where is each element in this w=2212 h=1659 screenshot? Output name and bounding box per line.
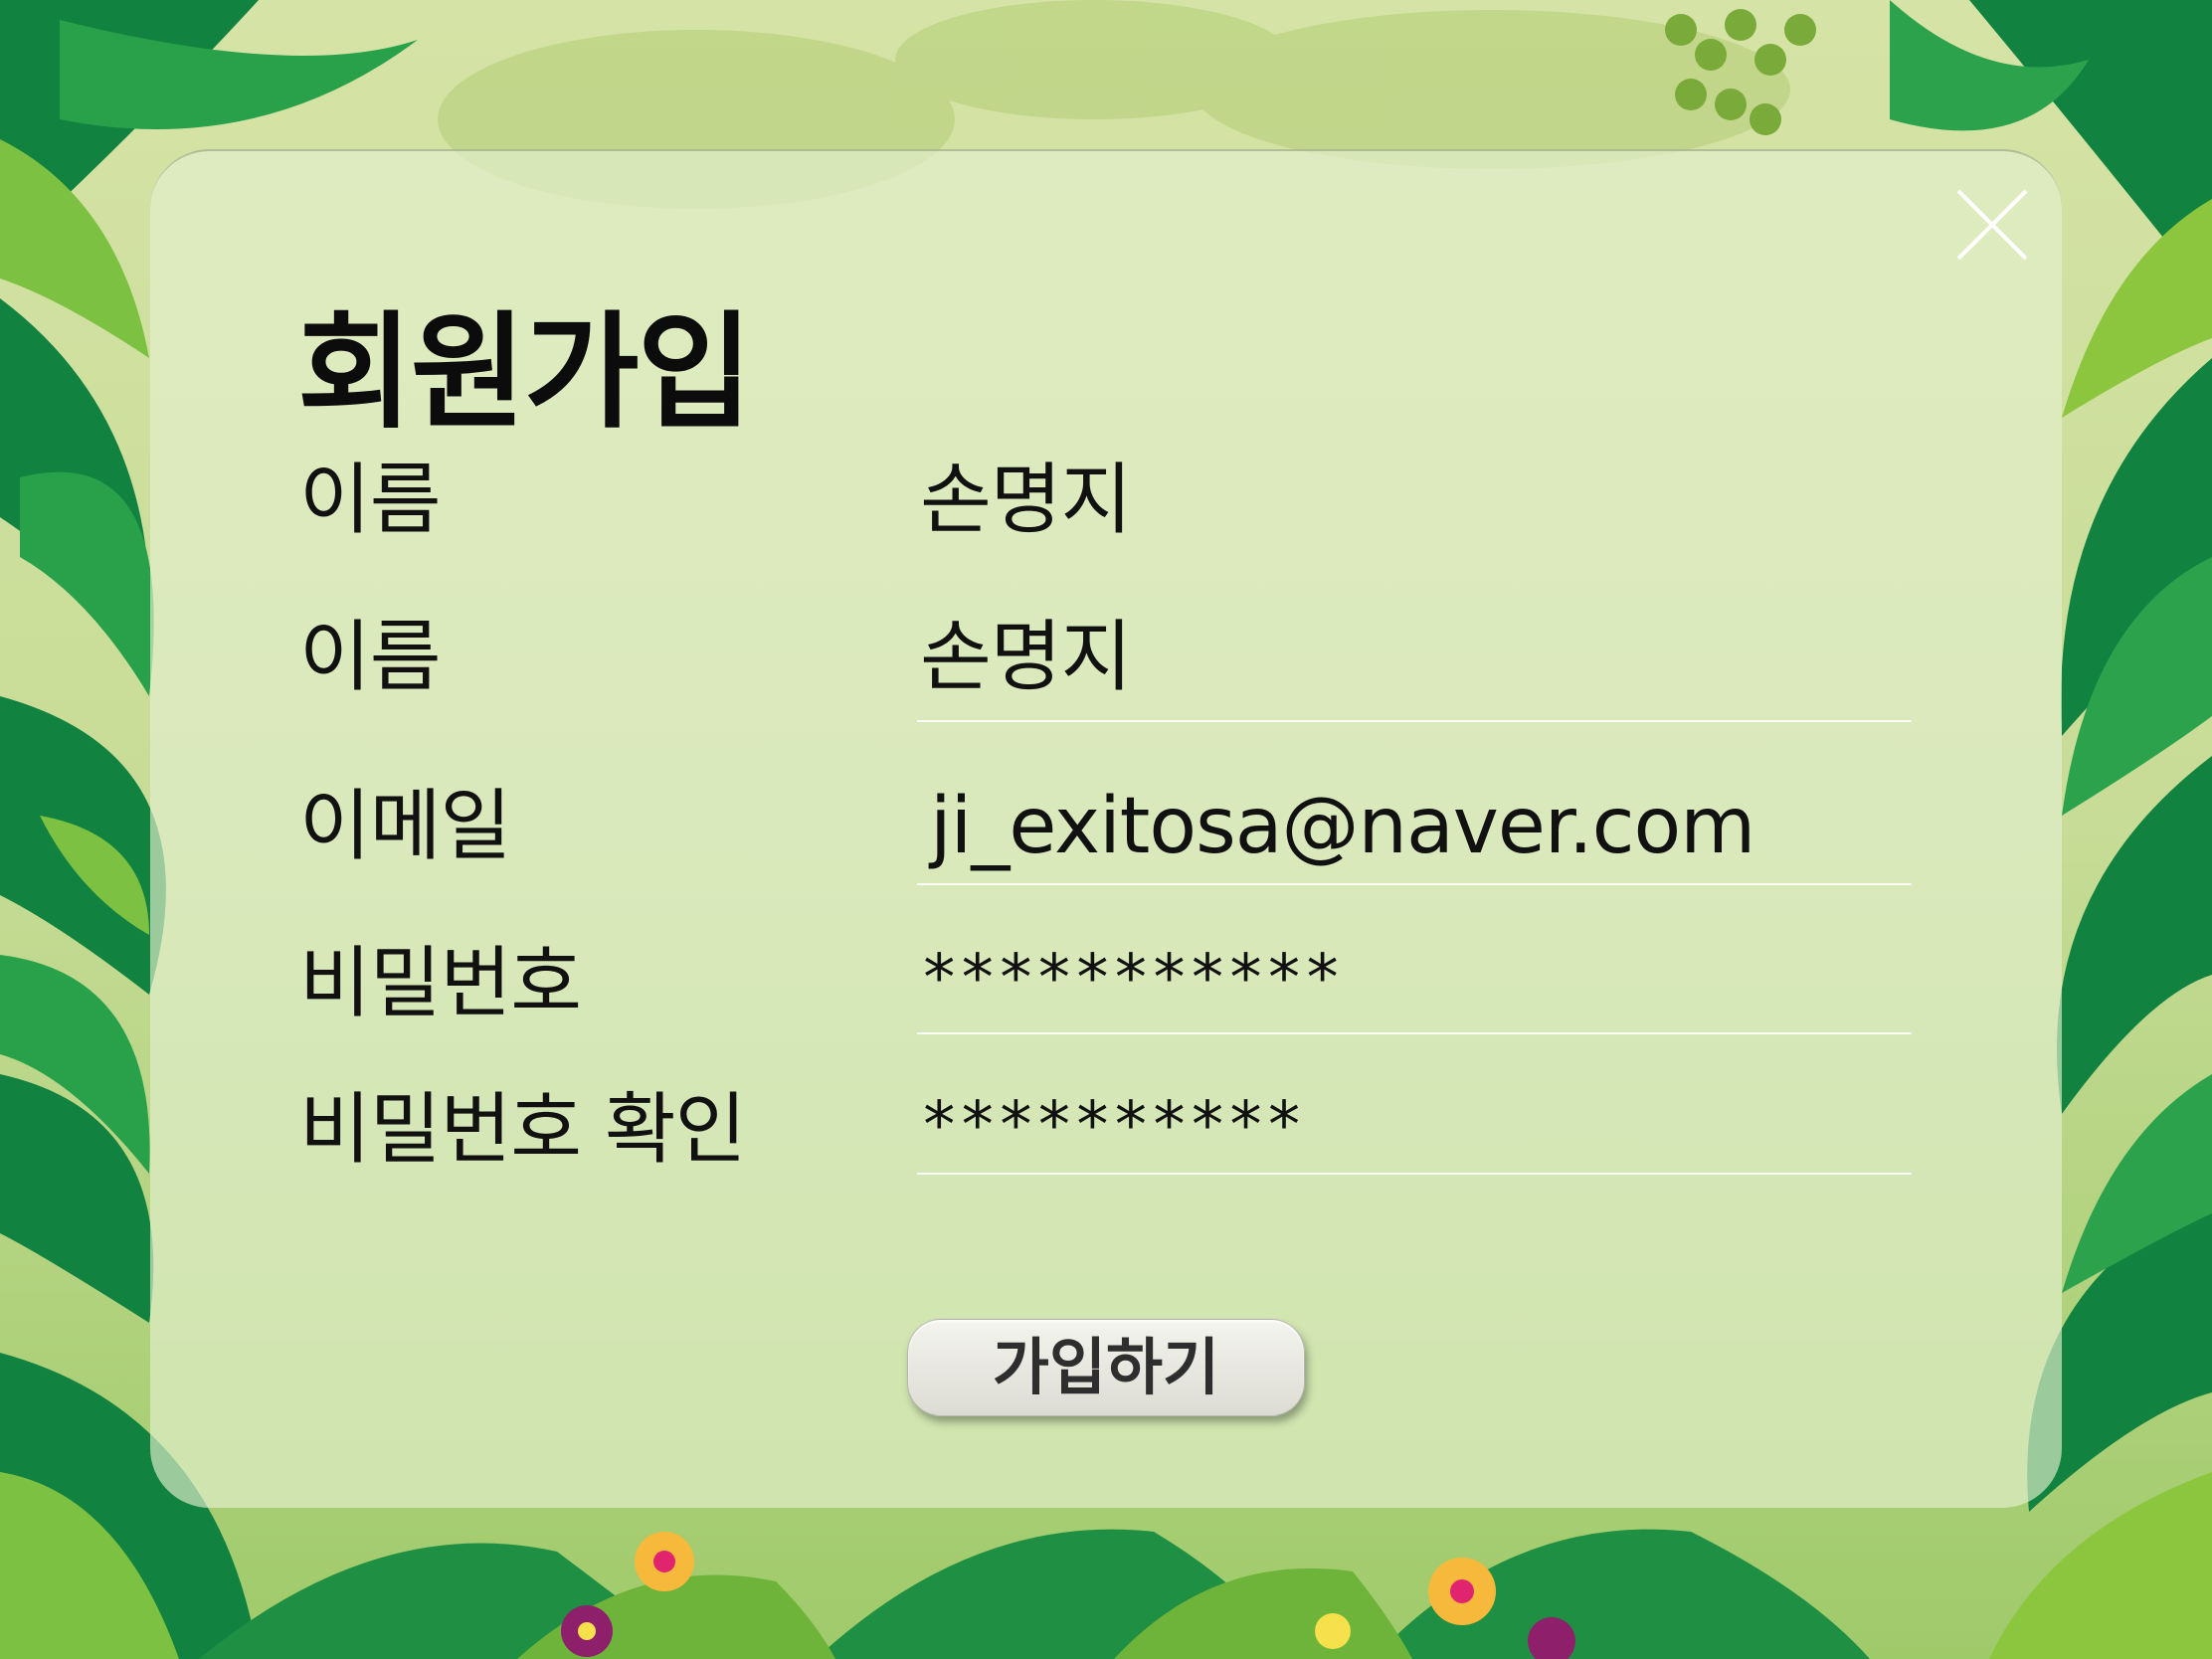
email-field[interactable]: ji_exitosa@naver.com [930, 788, 1755, 865]
field-divider [917, 1173, 1912, 1175]
email-label: 이메일 [299, 782, 511, 871]
field-divider [917, 720, 1912, 722]
password-confirm-field[interactable]: ********** [920, 1094, 1303, 1158]
name-field[interactable]: 손명지 [920, 619, 1132, 696]
signup-dialog: 회원가입 이름 손명지 이름 손명지 이메일 ji_exitosa@naver.… [150, 149, 2062, 1508]
password-field[interactable]: *********** [920, 947, 1342, 1011]
field-divider [917, 883, 1912, 885]
field-divider [917, 1032, 1912, 1034]
page-title: 회원가입 [297, 299, 753, 446]
password-confirm-label: 비밀번호 확인 [299, 1085, 746, 1175]
name-label: 이름 [299, 456, 442, 545]
close-button[interactable] [1952, 185, 2032, 265]
name-value: 손명지 [920, 456, 1132, 545]
close-icon [1956, 189, 2028, 261]
password-label: 비밀번호 [299, 939, 582, 1028]
name-label: 이름 [299, 613, 442, 702]
signup-submit-button[interactable]: 가입하기 [907, 1319, 1305, 1416]
